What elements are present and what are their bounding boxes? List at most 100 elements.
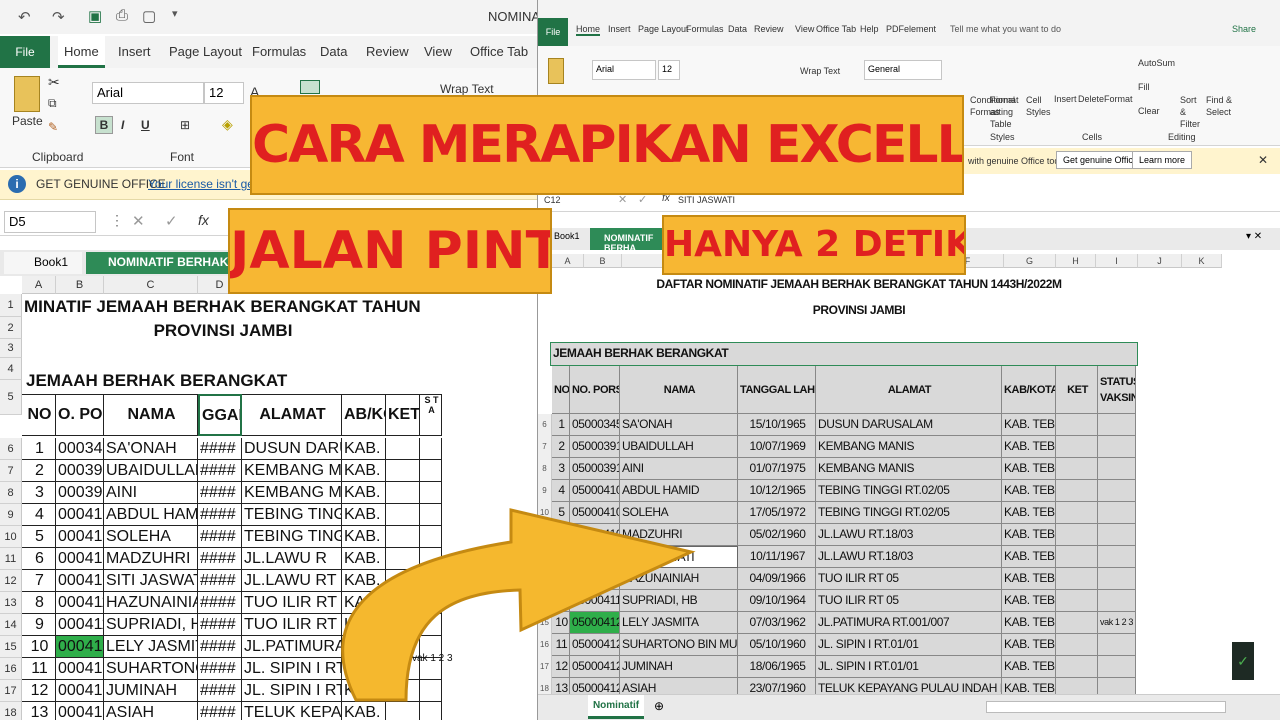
right-table-cell[interactable]: 10/07/1969 [738,436,816,458]
right-column-header[interactable]: H [1056,254,1096,268]
right-tell-me[interactable]: Tell me what you want to do [950,24,1061,34]
tab-view[interactable]: View [418,36,458,68]
table-cell[interactable]: JUMINAH [104,680,198,702]
table-cell[interactable]: 9 [22,614,56,636]
table-cell[interactable]: 000391 [56,482,104,504]
table-cell[interactable]: 7 [22,570,56,592]
table-cell[interactable]: #### [198,592,242,614]
right-table-cell[interactable]: JL.LAWU RT.18/03 [816,524,1002,546]
right-tab-book1[interactable]: Book1 [554,231,580,241]
right-table-cell[interactable] [1056,524,1098,546]
row-header[interactable]: 14 [0,614,22,636]
bold-button[interactable]: B [95,116,113,134]
right-column-header[interactable]: G [1004,254,1056,268]
close-infobar-icon[interactable]: ✕ [1258,153,1268,167]
table-cell[interactable]: 000412 [56,680,104,702]
table-cell[interactable]: DUSUN DARU [242,438,342,460]
table-cell[interactable]: 4 [22,504,56,526]
table-cell[interactable]: 000412 [56,636,104,658]
redo-icon[interactable]: ↷ [52,8,65,26]
right-column-header[interactable]: K [1182,254,1222,268]
table-cell[interactable]: 5 [22,526,56,548]
right-row-header[interactable]: 7 [538,436,552,458]
table-cell[interactable]: ASIAH [104,702,198,720]
table-cell[interactable]: 10 [22,636,56,658]
table-cell[interactable]: 000410 [56,526,104,548]
right-table-cell[interactable]: 1 [552,414,570,436]
right-table-cell[interactable]: 0500039172 [570,436,620,458]
align-button[interactable] [300,80,320,94]
right-table-cell[interactable] [1056,436,1098,458]
row-header[interactable]: 7 [0,460,22,482]
table-cell[interactable]: 000412 [56,702,104,720]
right-table-cell[interactable] [1098,568,1136,590]
right-table-cell[interactable] [1056,612,1098,634]
tab-insert[interactable]: Insert [112,36,157,68]
italic-button[interactable]: I [121,118,124,132]
right-table-cell[interactable] [1098,590,1136,612]
clear-button[interactable]: Clear [1138,106,1160,116]
table-cell[interactable]: 6 [22,548,56,570]
right-table-cell[interactable]: 15/10/1965 [738,414,816,436]
row-header[interactable]: 9 [0,504,22,526]
learn-more-button[interactable]: Learn more [1132,151,1193,169]
table-cell[interactable]: 000391 [56,460,104,482]
right-table-cell[interactable] [1056,502,1098,524]
right-table-cell[interactable]: TUO ILIR RT 05 [816,590,1002,612]
right-table-cell[interactable] [1098,458,1136,480]
tab-home[interactable]: Home [58,36,105,68]
right-table-cell[interactable]: 09/10/1964 [738,590,816,612]
print-preview-icon[interactable]: ⎙ [116,7,128,24]
right-font-size[interactable]: 12 [658,60,680,80]
table-cell[interactable]: HAZUNAINIAH [104,592,198,614]
right-table-cell[interactable]: vak 1 2 3 [1098,612,1136,634]
table-header-cell[interactable]: GGAL L [198,394,242,436]
right-table-cell[interactable]: 17/05/1972 [738,502,816,524]
table-cell[interactable]: 000411 [56,614,104,636]
underline-button[interactable]: U [141,118,150,132]
right-table-cell[interactable]: KAB. TEBO [1002,546,1056,568]
table-cell[interactable]: UBAIDULLAH [104,460,198,482]
right-number-format[interactable]: General [864,60,942,80]
right-wrap-text[interactable]: Wrap Text [800,66,840,76]
table-cell[interactable]: SOLEHA [104,526,198,548]
table-cell[interactable]: MADZUHRI [104,548,198,570]
right-table-cell[interactable]: UBAIDULLAH [620,436,738,458]
table-cell[interactable]: 000412 [56,658,104,680]
customize-qat-icon[interactable]: ▾ [172,7,178,20]
row-header[interactable]: 13 [0,592,22,614]
row-header[interactable]: 17 [0,680,22,702]
tab-review[interactable]: Review [360,36,415,68]
table-cell[interactable]: #### [198,680,242,702]
right-table-cell[interactable]: JL.LAWU RT.18/03 [816,546,1002,568]
table-cell[interactable]: SUPRIADI, HE [104,614,198,636]
cell-styles-button[interactable]: Cell Styles [1026,94,1051,118]
table-cell[interactable]: 8 [22,592,56,614]
row-header[interactable]: 4 [0,358,22,380]
right-table-cell[interactable]: TELUK KEPAYANG PULAU INDAH RT.09 [816,678,1002,694]
cancel-icon[interactable]: ✕ [132,212,145,230]
right-row-header[interactable]: 6 [538,414,552,436]
table-cell[interactable]: 000345 [56,438,104,460]
wrap-text-button[interactable]: Wrap Text [440,82,494,96]
right-table-cell[interactable] [1056,656,1098,678]
right-column-header[interactable]: I [1096,254,1138,268]
row-header[interactable]: 12 [0,570,22,592]
right-table-cell[interactable] [1098,414,1136,436]
format-painter-icon[interactable]: ✎ [48,120,58,134]
table-cell[interactable]: 000411 [56,592,104,614]
right-table-cell[interactable] [1098,480,1136,502]
insert-cells-button[interactable]: Insert [1054,94,1077,104]
paste-icon[interactable] [14,76,40,112]
row-header[interactable]: 6 [0,438,22,460]
right-table-cell[interactable]: KAB. TEBO [1002,480,1056,502]
table-cell[interactable]: 000410 [56,570,104,592]
right-table-cell[interactable]: KAB. TEBO [1002,612,1056,634]
right-table-cell[interactable] [1098,634,1136,656]
right-tab-view[interactable]: View [795,24,814,34]
right-table-cell[interactable]: SA'ONAH [620,414,738,436]
right-table-cell[interactable]: 10/11/1967 [738,546,816,568]
right-table-cell[interactable] [1056,414,1098,436]
row-header[interactable]: 2 [0,317,22,339]
column-header[interactable]: C [104,276,198,294]
